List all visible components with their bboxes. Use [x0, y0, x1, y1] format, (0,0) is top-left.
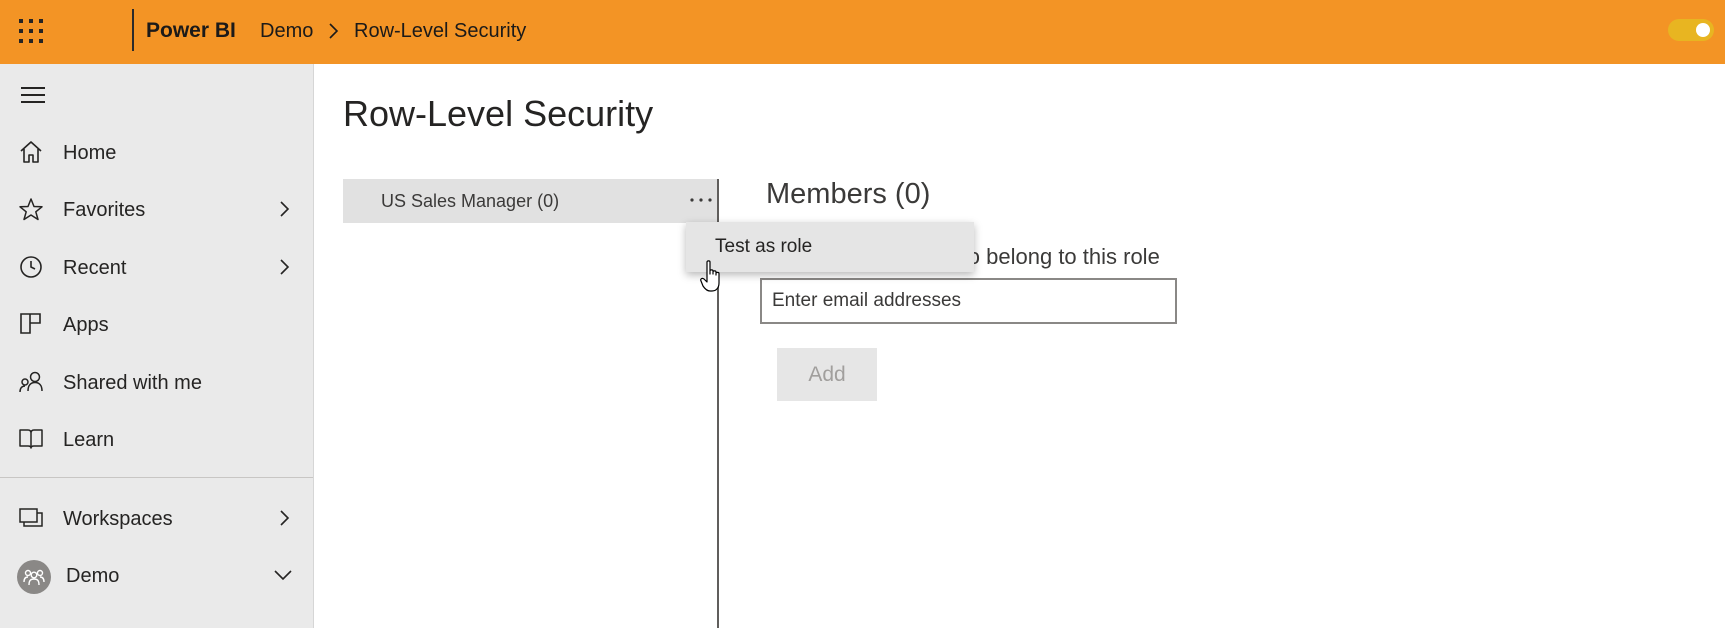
sidebar-item-label: Home	[63, 142, 117, 164]
app-launcher-icon[interactable]	[18, 18, 44, 44]
chevron-down-icon[interactable]	[273, 566, 293, 584]
star-icon	[19, 198, 43, 221]
apps-icon	[20, 313, 41, 334]
workspace-avatar-icon	[17, 560, 51, 594]
sidebar-divider	[0, 477, 313, 478]
hamburger-menu-icon[interactable]	[20, 84, 46, 106]
toggle-knob	[1696, 23, 1710, 37]
add-button[interactable]: Add	[777, 348, 877, 401]
sidebar-item-learn[interactable]: Learn	[0, 414, 313, 464]
header-divider	[132, 9, 134, 51]
sidebar-item-apps[interactable]: Apps	[0, 299, 313, 349]
sidebar-item-workspaces[interactable]: Workspaces	[0, 493, 313, 543]
sidebar-item-recent[interactable]: Recent	[0, 242, 313, 292]
sidebar-item-favorites[interactable]: Favorites	[0, 184, 313, 234]
shared-icon	[19, 371, 43, 393]
breadcrumb-chevron-icon	[329, 23, 339, 39]
sidebar-item-label: Workspaces	[63, 508, 173, 530]
breadcrumb-workspace[interactable]: Demo	[260, 19, 313, 43]
sidebar-item-label: Apps	[63, 314, 109, 336]
top-bar: Power BI Demo Row-Level Security	[0, 0, 1725, 64]
breadcrumb-current-page: Row-Level Security	[354, 20, 527, 42]
chevron-right-icon[interactable]	[277, 200, 291, 218]
sidebar-item-label: Learn	[63, 429, 115, 451]
menu-item-test-as-role[interactable]: Test as role	[686, 222, 974, 272]
role-label: US Sales Manager (0)	[381, 191, 560, 211]
page-title: Row-Level Security	[343, 93, 654, 134]
sidebar-item-shared[interactable]: Shared with me	[0, 357, 313, 407]
app-name[interactable]: Power BI	[146, 18, 236, 44]
sidebar-item-label: Demo	[66, 565, 120, 587]
sidebar-item-label: Favorites	[63, 199, 146, 221]
role-item[interactable]: US Sales Manager (0)	[343, 179, 717, 223]
more-options-icon[interactable]	[687, 189, 715, 211]
sidebar-item-home[interactable]: Home	[0, 127, 313, 177]
sidebar-item-demo[interactable]: Demo	[0, 550, 313, 600]
members-title: Members (0)	[766, 178, 931, 210]
book-icon	[19, 429, 43, 449]
chevron-right-icon[interactable]	[277, 509, 291, 527]
context-menu: Test as role	[686, 222, 974, 272]
sidebar: Home Favorites Recent Apps Shared with m…	[0, 64, 314, 628]
workspaces-icon	[19, 508, 43, 527]
mode-toggle[interactable]	[1668, 19, 1714, 41]
chevron-right-icon[interactable]	[277, 258, 291, 276]
sidebar-item-label: Shared with me	[63, 372, 202, 394]
sidebar-item-label: Recent	[63, 257, 127, 279]
email-input[interactable]	[760, 278, 1177, 324]
home-icon	[20, 141, 42, 163]
clock-icon	[20, 256, 42, 278]
menu-item-label: Test as role	[715, 236, 813, 257]
